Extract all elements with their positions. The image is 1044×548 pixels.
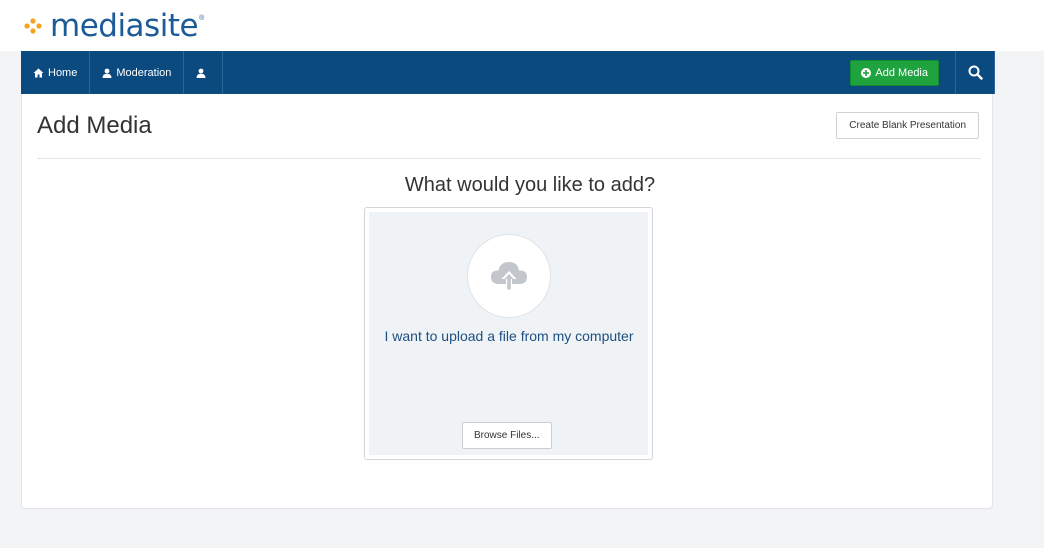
plus-circle-icon — [861, 67, 872, 78]
user-icon — [196, 68, 206, 78]
title-divider — [37, 158, 981, 159]
nav-item-moderation[interactable]: Moderation — [90, 51, 185, 94]
add-media-label: Add Media — [875, 66, 928, 79]
cloud-upload-icon — [491, 262, 527, 291]
logo-dots-icon — [24, 18, 42, 34]
add-question-heading: What would you like to add? — [404, 174, 656, 196]
user-icon — [102, 68, 112, 78]
nav-item-moderation-label: Moderation — [116, 66, 172, 79]
upload-file-option[interactable]: I want to upload a file from my computer… — [364, 207, 653, 460]
logo-registered-mark: ® — [199, 15, 205, 22]
mediasite-logo[interactable]: mediasite ® — [22, 8, 205, 44]
logo-bar: mediasite ® — [0, 0, 1044, 51]
page-title: Add Media — [37, 112, 152, 139]
upload-file-text: I want to upload a file from my computer — [384, 328, 634, 344]
add-media-card: Add Media Create Blank Presentation What… — [21, 94, 993, 509]
home-icon — [33, 68, 44, 77]
nav-item-home-label: Home — [48, 66, 78, 79]
nav-item-profile[interactable] — [184, 51, 224, 94]
add-media-button[interactable]: Add Media — [850, 59, 939, 86]
logo-text: mediasite — [50, 8, 199, 44]
nav-item-home[interactable]: Home — [21, 51, 91, 94]
upload-panel-inner: I want to upload a file from my computer… — [369, 212, 648, 455]
main-navbar: Home Moderation Add Media — [21, 51, 995, 94]
browse-files-button[interactable]: Browse Files... — [462, 422, 552, 449]
search-button[interactable] — [955, 51, 995, 94]
create-blank-presentation-button[interactable]: Create Blank Presentation — [836, 112, 979, 139]
search-icon — [968, 65, 983, 80]
cloud-upload-circle — [467, 234, 551, 318]
